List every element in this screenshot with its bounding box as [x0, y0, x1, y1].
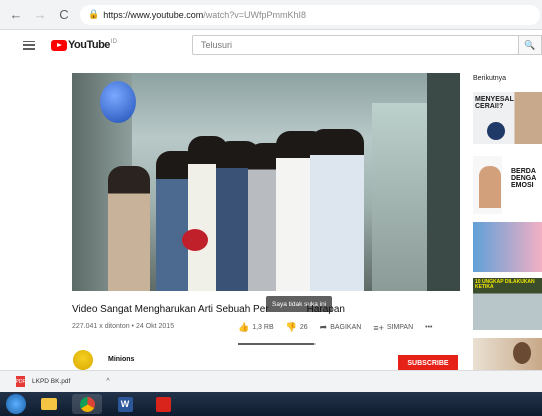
person-figure — [108, 166, 150, 291]
youtube-masthead: YouTube ID Telusuri 🔍 — [0, 30, 542, 60]
channel-avatar[interactable] — [73, 350, 93, 370]
like-bar-fill — [238, 343, 315, 345]
logo-wordmark: YouTube — [68, 39, 110, 51]
thumbnail-face — [479, 166, 501, 208]
windows-taskbar: W — [0, 392, 542, 416]
address-bar[interactable]: 🔒 https://www.youtube.com /watch?v=UWfpP… — [80, 4, 540, 25]
scene-wall-right — [427, 73, 460, 291]
sidebar-thumbnail[interactable] — [473, 338, 542, 370]
save-button[interactable]: ≡+ SIMPAN — [373, 323, 413, 333]
more-label: ••• — [425, 324, 433, 331]
thumbnail-face — [513, 342, 531, 364]
video-title-end: Harapan — [306, 304, 345, 315]
more-actions-button[interactable]: ••• — [425, 324, 432, 331]
thumbnail-caption: BERDA DENGA EMOSI — [511, 168, 537, 189]
search-input[interactable]: Telusuri — [192, 35, 519, 55]
sidebar-thumbnail[interactable]: MENYESAL CERAI!? — [473, 92, 542, 144]
like-count: 1,3 RB — [252, 324, 274, 331]
share-label: BAGIKAN — [330, 324, 362, 331]
dislike-count: 26 — [299, 324, 308, 331]
download-file-name[interactable]: LKPD BK.pdf — [32, 378, 70, 385]
view-count: 227.041 x ditonton • 24 Okt 2015 — [72, 323, 175, 330]
chrome-icon[interactable] — [72, 394, 102, 414]
url-path: /watch?v=UWfpPmmKhI8 — [203, 9, 307, 20]
save-label: SIMPAN — [386, 324, 414, 331]
acrobat-icon[interactable] — [148, 394, 178, 414]
lock-icon: 🔒 — [88, 9, 100, 19]
sidebar-thumbnail[interactable] — [473, 222, 542, 272]
sidebar-thumbnail[interactable]: 10 UNGKAP DILAKUKAN KETIKA — [473, 278, 542, 330]
reload-icon[interactable]: C — [56, 7, 72, 23]
dislike-button[interactable]: 👎 26 — [286, 322, 308, 333]
thumbnail-caption: MENYESAL CERAI!? — [475, 96, 514, 110]
thumbnail-face — [487, 122, 505, 140]
person-figure — [310, 129, 364, 291]
play-logo-icon — [51, 39, 67, 51]
video-title: Video Sangat Mengharukan Arti Sebuah Per… — [72, 304, 462, 315]
subscribe-button[interactable]: SUBSCRIBE — [398, 355, 458, 371]
chevron-up-icon[interactable]: ^ — [106, 378, 109, 385]
like-button[interactable]: 👍 1,3 RB — [238, 322, 274, 333]
thumbnail-caption: 10 UNGKAP DILAKUKAN KETIKA — [475, 279, 535, 290]
download-shelf: PDF LKPD BK.pdf ^ — [0, 370, 542, 392]
logo-region: ID — [110, 39, 117, 45]
video-title-start: Video Sangat Mengharukan Arti Sebuah Per — [72, 304, 269, 315]
word-icon[interactable]: W — [110, 394, 140, 414]
like-dislike-bar — [238, 343, 316, 345]
channel-name[interactable]: Minions — [108, 356, 134, 363]
forward-arrow-icon[interactable]: → — [32, 7, 48, 23]
thumbs-up-icon: 👍 — [238, 322, 250, 332]
start-button-icon[interactable] — [6, 394, 26, 414]
back-arrow-icon[interactable]: ← — [8, 7, 24, 23]
share-button[interactable]: ➦ BAGIKAN — [320, 322, 362, 333]
browser-toolbar: ← → C 🔒 https://www.youtube.com /watch?v… — [0, 0, 542, 30]
pdf-file-icon: PDF — [16, 376, 26, 387]
file-explorer-icon[interactable] — [34, 394, 64, 414]
youtube-logo[interactable]: YouTube ID — [51, 39, 117, 51]
sidebar-thumbnail[interactable]: BERDA DENGA EMOSI — [473, 156, 542, 214]
playlist-add-icon: ≡+ — [373, 322, 384, 333]
url-host: https://www.youtube.com — [103, 9, 204, 20]
video-actions: 👍 1,3 RB 👎 26 ➦ BAGIKAN ≡+ SIMPAN ••• — [238, 322, 445, 333]
hamburger-menu-icon[interactable] — [23, 40, 35, 50]
balloon-image — [100, 81, 136, 123]
flowers-image — [182, 229, 208, 251]
up-next-label: Berikutnya — [473, 75, 507, 82]
video-player[interactable] — [72, 73, 460, 291]
scene-door — [372, 103, 432, 291]
share-arrow-icon: ➦ — [319, 322, 328, 332]
thumbs-down-icon: 👎 — [285, 322, 297, 332]
search-icon[interactable]: 🔍 — [518, 35, 542, 55]
